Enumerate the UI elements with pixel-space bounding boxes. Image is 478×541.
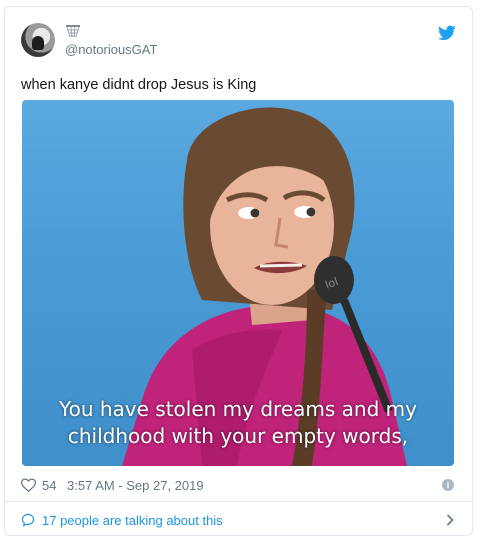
caption-line-1: You have stolen my dreams and my xyxy=(59,397,417,421)
tweet-card[interactable]: @notoriousGAT when kanye didnt drop Jesu… xyxy=(4,6,473,536)
avatar-figure xyxy=(32,36,44,50)
avatar[interactable] xyxy=(21,23,55,57)
speech-bubble-icon xyxy=(21,513,35,527)
caption-line-2: childhood with your empty words, xyxy=(67,424,409,448)
talking-about-text[interactable]: 17 people are talking about this xyxy=(42,513,223,528)
media-caption: You have stolen my dreams and my childho… xyxy=(22,396,454,450)
twitter-bird-icon[interactable] xyxy=(438,25,456,41)
chevron-right-icon[interactable] xyxy=(446,514,454,526)
tweet-header: @notoriousGAT xyxy=(21,23,456,63)
user-handle[interactable]: @notoriousGAT xyxy=(65,42,157,57)
tweet-timestamp[interactable]: 3:57 AM - Sep 27, 2019 xyxy=(67,478,204,493)
tweet-meta: 54 3:57 AM - Sep 27, 2019 i xyxy=(21,477,456,495)
basketball-net-emoji-icon xyxy=(66,25,80,38)
divider xyxy=(5,501,472,502)
tweet-text: when kanye didnt drop Jesus is King xyxy=(21,77,257,93)
like-count[interactable]: 54 xyxy=(42,478,56,493)
heart-icon[interactable] xyxy=(21,478,36,492)
info-icon[interactable]: i xyxy=(442,479,454,491)
tweet-media[interactable]: lol You have stolen my dreams and my chi… xyxy=(22,100,454,466)
talking-about-link[interactable]: 17 people are talking about this xyxy=(21,512,456,530)
